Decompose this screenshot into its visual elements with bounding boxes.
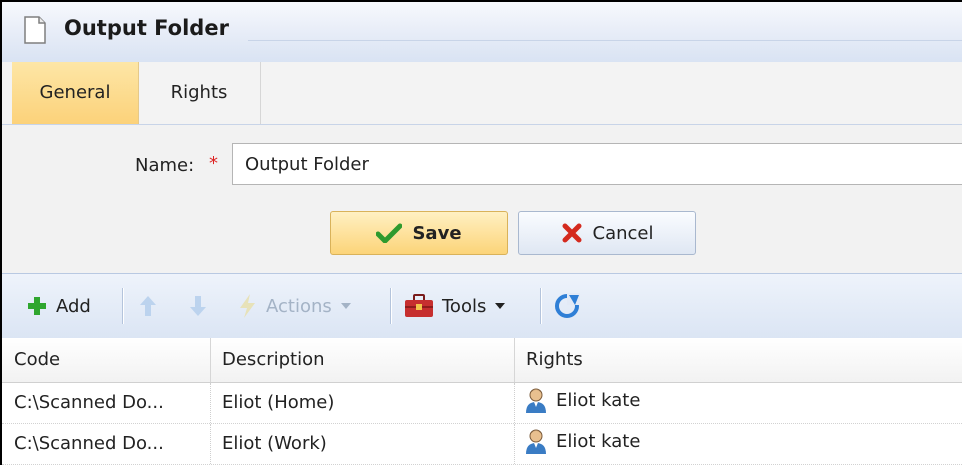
- toolbar-separator: [540, 288, 541, 324]
- chevron-down-icon: [340, 303, 351, 309]
- cell-divider: [210, 424, 211, 464]
- title-bar: Output Folder: [2, 2, 962, 63]
- refresh-button[interactable]: [554, 274, 580, 338]
- plus-icon: [28, 297, 46, 315]
- table-row[interactable]: C:\Scanned Do... Eliot (Work) Eliot kate: [2, 424, 962, 465]
- user-icon: [526, 388, 546, 413]
- cell-rights: Eliot kate: [524, 429, 640, 455]
- title-divider: [248, 40, 962, 41]
- save-label: Save: [412, 222, 462, 244]
- tab-general[interactable]: General: [12, 62, 139, 124]
- name-field[interactable]: [232, 143, 962, 185]
- actions-label: Actions: [266, 295, 332, 317]
- refresh-icon: [555, 293, 580, 318]
- tab-strip: General Rights: [2, 62, 962, 125]
- tools-label: Tools: [442, 295, 487, 317]
- move-up-button[interactable]: [138, 274, 158, 338]
- column-header-description[interactable]: Description: [222, 349, 325, 370]
- cell-description: Eliot (Home): [222, 392, 335, 413]
- toolbar-separator: [122, 288, 123, 324]
- tab-rights[interactable]: Rights: [138, 62, 261, 124]
- grid-toolbar: Add Actions Tools: [2, 273, 962, 339]
- document-icon: [24, 16, 46, 44]
- grid-header: Code Description Rights: [2, 338, 962, 383]
- tools-menu[interactable]: Tools: [404, 274, 506, 338]
- toolbar-separator: [390, 288, 391, 324]
- table-row[interactable]: C:\Scanned Do... Eliot (Home) Eliot kate: [2, 383, 962, 424]
- add-button[interactable]: Add: [26, 274, 91, 338]
- close-icon: [562, 223, 581, 243]
- actions-menu[interactable]: Actions: [236, 274, 352, 338]
- toolbox-icon: [405, 294, 433, 317]
- cell-description: Eliot (Work): [222, 433, 327, 454]
- user-icon: [526, 429, 546, 454]
- checkmark-icon: [376, 223, 403, 243]
- column-header-code[interactable]: Code: [14, 349, 60, 370]
- arrow-down-icon: [190, 296, 206, 316]
- arrow-up-icon: [140, 296, 156, 316]
- cell-divider: [210, 383, 211, 423]
- output-folder-window: Output Folder General Rights Name: * Sav…: [0, 0, 962, 465]
- lightning-icon: [240, 294, 255, 318]
- cancel-label: Cancel: [592, 222, 654, 244]
- window-title: Output Folder: [64, 16, 229, 40]
- required-marker: *: [209, 153, 218, 174]
- add-label: Add: [56, 295, 91, 317]
- cell-divider: [514, 383, 515, 423]
- save-button[interactable]: Save: [330, 211, 508, 255]
- cell-code: C:\Scanned Do...: [14, 392, 164, 413]
- move-down-button[interactable]: [188, 274, 208, 338]
- rights-user-name: Eliot kate: [556, 431, 641, 452]
- chevron-down-icon: [495, 303, 506, 309]
- column-header-rights[interactable]: Rights: [526, 349, 583, 370]
- name-label: Name:: [135, 155, 195, 176]
- cell-rights: Eliot kate: [524, 388, 640, 414]
- cancel-button[interactable]: Cancel: [518, 211, 696, 255]
- column-divider[interactable]: [514, 338, 515, 382]
- general-form: Name: * Save Cancel: [2, 125, 962, 273]
- cell-divider: [514, 424, 515, 464]
- rights-user-name: Eliot kate: [556, 390, 641, 411]
- column-divider[interactable]: [210, 338, 211, 382]
- cell-code: C:\Scanned Do...: [14, 433, 164, 454]
